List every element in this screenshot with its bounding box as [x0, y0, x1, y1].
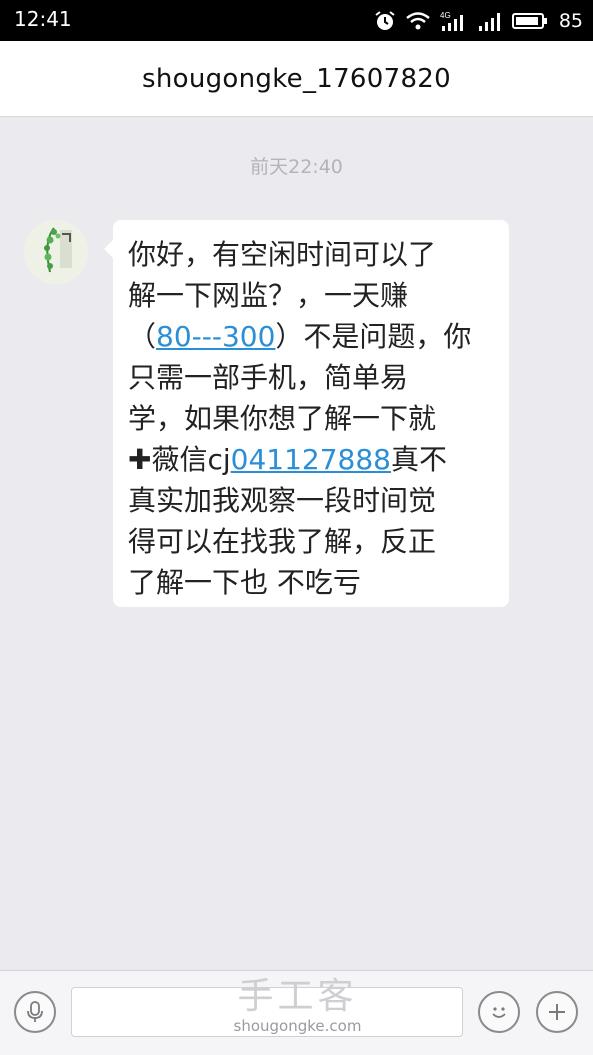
status-bar: 12:41 4G 85 — [0, 0, 593, 41]
more-button[interactable] — [536, 991, 578, 1033]
alarm-icon — [374, 10, 396, 32]
message-line: （80---300）不是问题，你 — [128, 316, 499, 357]
status-icons: 4G 85 — [374, 0, 583, 41]
message-timestamp: 前天22:40 — [250, 156, 343, 178]
voice-button[interactable] — [14, 991, 56, 1033]
signal-icon — [477, 10, 503, 32]
number-link[interactable]: 80---300 — [156, 320, 275, 353]
avatar-image — [24, 220, 88, 284]
smiley-icon — [492, 1007, 506, 1018]
message-input[interactable] — [71, 987, 463, 1037]
chat-header: shougongke_17607820 — [0, 41, 593, 117]
plus-icon — [549, 1004, 565, 1020]
svg-text:4G: 4G — [440, 11, 451, 20]
battery-level: 85 — [558, 9, 583, 32]
message-line: 解一下网监？，一天赚 — [128, 279, 409, 312]
microphone-icon — [27, 1001, 43, 1022]
phone-number-link[interactable]: 041127888 — [231, 443, 391, 476]
signal-4g-icon: 4G — [440, 10, 468, 32]
message-line: ✚薇信cj041127888真不 — [128, 439, 499, 480]
message-bubble[interactable]: 你好，有空闲时间可以了 解一下网监？，一天赚 （80---300）不是问题，你 … — [104, 220, 509, 607]
message-line: 真实加我观察一段时间觉 — [128, 484, 437, 517]
input-bar — [0, 970, 593, 1055]
avatar[interactable] — [24, 220, 88, 284]
emoji-button[interactable] — [478, 991, 520, 1033]
message-line: 了解一下也 不吃亏 — [128, 566, 361, 599]
status-time: 12:41 — [14, 7, 72, 31]
message-line: 只需一部手机，简单易 — [128, 361, 409, 394]
contact-name: shougongke_17607820 — [142, 63, 451, 94]
message-text: ✚薇信cj — [128, 443, 231, 476]
battery-icon — [511, 11, 548, 31]
message-text: 真不 — [390, 443, 447, 476]
message-text: ）不是问题，你 — [275, 320, 472, 353]
message-text: （ — [128, 320, 157, 353]
message-line: 学，如果你想了解一下就 — [128, 402, 437, 435]
wifi-icon — [405, 11, 431, 31]
message-line: 得可以在找我了解，反正 — [128, 525, 437, 558]
message-line: 你好，有空闲时间可以了 — [128, 238, 437, 271]
